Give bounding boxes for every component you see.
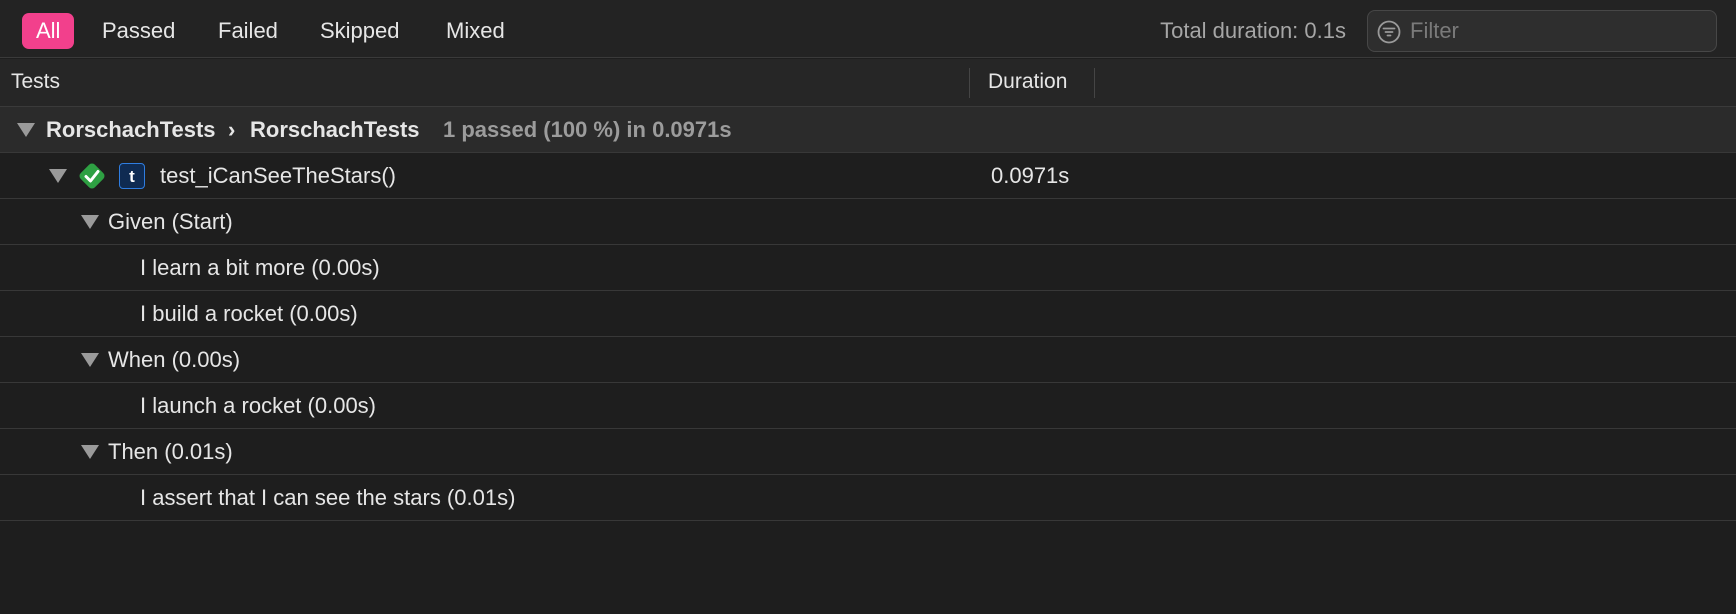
breadcrumb-separator: › <box>228 117 236 142</box>
step-group-label: When (0.00s) <box>108 347 241 372</box>
suite-class-name: RorschachTests <box>250 117 420 142</box>
disclosure-triangle-icon[interactable] <box>81 353 99 367</box>
step-row[interactable]: I launch a rocket (0.00s) <box>0 383 1736 429</box>
step-row[interactable]: I assert that I can see the stars (0.01s… <box>0 475 1736 521</box>
test-name: test_iCanSeeTheStars() <box>160 163 396 188</box>
tests-column-header[interactable]: Tests <box>11 59 60 105</box>
step-row[interactable]: Given (Start) <box>0 199 1736 245</box>
filter-circle-icon <box>1377 20 1401 44</box>
column-header: Tests Duration <box>0 59 1736 107</box>
filter-tab-failed[interactable]: Failed <box>204 13 292 49</box>
disclosure-triangle-icon[interactable] <box>81 445 99 459</box>
step-row[interactable]: When (0.00s) <box>0 337 1736 383</box>
disclosure-triangle-icon[interactable] <box>49 169 67 183</box>
step-group-label: Given (Start) <box>108 209 233 234</box>
suite-summary: 1 passed (100 %) in 0.0971s <box>443 117 732 142</box>
test-type-badge: t <box>119 163 145 189</box>
duration-column-header[interactable]: Duration <box>988 59 1067 105</box>
test-duration: 0.0971s <box>991 163 1070 188</box>
step-row[interactable]: I learn a bit more (0.00s) <box>0 245 1736 291</box>
checkmark-diamond-icon <box>79 163 105 189</box>
suite-row[interactable]: RorschachTests › RorschachTests 1 passed… <box>0 107 1736 153</box>
filter-tab-passed[interactable]: Passed <box>88 13 189 49</box>
step-row[interactable]: Then (0.01s) <box>0 429 1736 475</box>
step-row[interactable]: I build a rocket (0.00s) <box>0 291 1736 337</box>
step-label: I assert that I can see the stars (0.01s… <box>140 485 516 510</box>
total-duration: Total duration: 0.1s <box>1160 18 1346 43</box>
step-label: I build a rocket (0.00s) <box>140 301 358 326</box>
suite-target-name: RorschachTests <box>46 117 216 142</box>
filter-search-field[interactable] <box>1367 10 1717 52</box>
filter-tab-skipped[interactable]: Skipped <box>306 13 414 49</box>
filter-input[interactable] <box>1410 11 1705 51</box>
column-divider[interactable] <box>1094 68 1095 98</box>
filter-toolbar: All Passed Failed Skipped Mixed Total du… <box>0 0 1736 58</box>
step-group-label: Then (0.01s) <box>108 439 233 464</box>
step-label: I learn a bit more (0.00s) <box>140 255 380 280</box>
step-label: I launch a rocket (0.00s) <box>140 393 377 418</box>
disclosure-triangle-icon[interactable] <box>17 123 35 137</box>
test-row[interactable]: t test_iCanSeeTheStars() 0.0971s <box>0 153 1736 199</box>
filter-tab-all[interactable]: All <box>22 13 75 49</box>
column-divider[interactable] <box>969 68 970 98</box>
filter-tab-mixed[interactable]: Mixed <box>432 13 519 49</box>
disclosure-triangle-icon[interactable] <box>81 215 99 229</box>
